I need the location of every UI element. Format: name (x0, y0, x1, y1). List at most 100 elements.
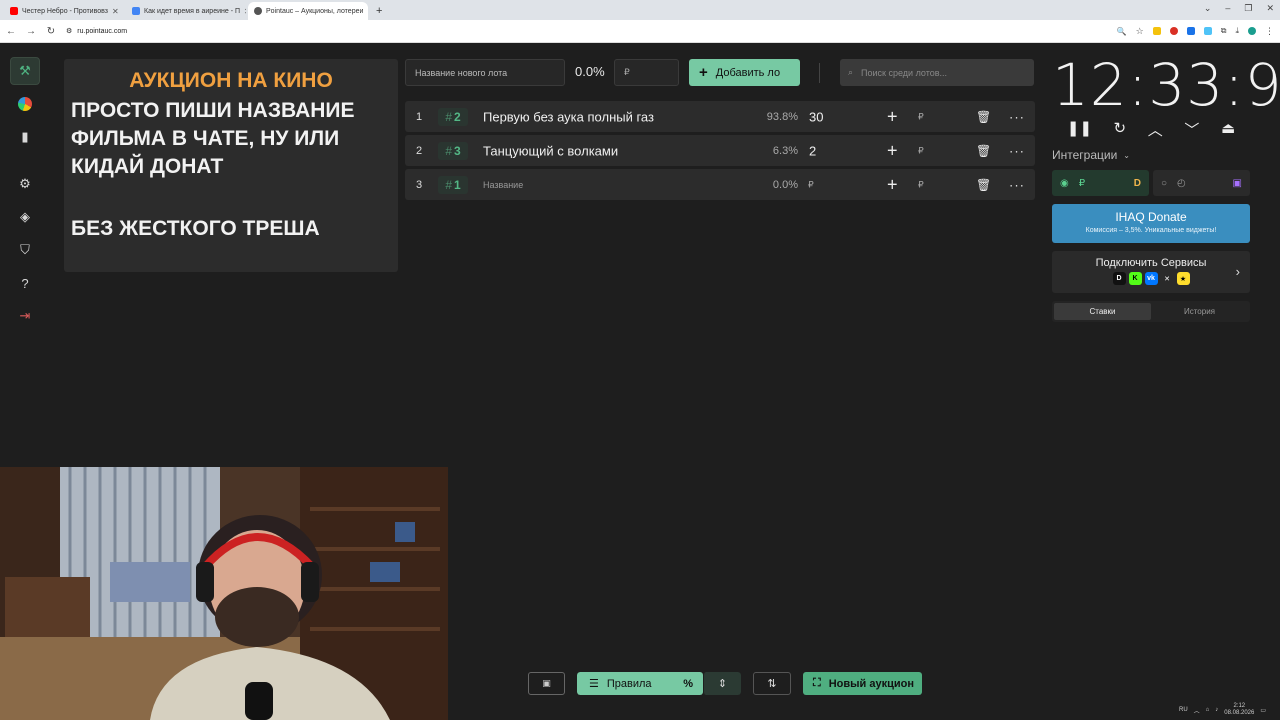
right-panel: 12:33:91 ❚❚ ↻ ︿ ﹀ ⏏ Интеграции ⌄ ◉ ₽ D ○… (1052, 53, 1280, 322)
ihaq-donate-banner[interactable]: IHAQ Donate Комиссия – 3,5%. Уникальные … (1052, 204, 1250, 243)
lot-id-badge[interactable]: #1 (438, 175, 468, 194)
new-lot-amount-input[interactable]: ₽ (614, 59, 679, 86)
connect-services-button[interactable]: Подключить Сервисы D K vk ✕ ★ › (1052, 251, 1250, 293)
new-auction-button[interactable]: ⛶ Новый аукцион (803, 672, 922, 695)
chevron-down-icon: ⌄ (1123, 150, 1130, 160)
address-bar[interactable]: ⚙ ru.pointauc.com (66, 27, 128, 36)
tab-search-icon[interactable]: ⌄ (1204, 3, 1212, 14)
lot-search-input[interactable]: ⌕ Поиск среди лотов... (840, 59, 1034, 86)
add-amount-icon[interactable]: + (887, 140, 898, 161)
trash-icon[interactable]: 🗑 (976, 110, 991, 124)
close-icon[interactable]: ✕ (367, 7, 368, 16)
clock[interactable]: 2:12 08.08.2026 (1224, 703, 1254, 717)
chevron-up-icon[interactable]: ︿ (1148, 119, 1163, 140)
rules-button[interactable]: ☰ Правила % (577, 672, 703, 695)
radio-off-icon[interactable]: ○ (1161, 178, 1167, 189)
add-amount-icon[interactable]: + (887, 106, 898, 127)
lot-row[interactable]: 3 #1 Название 0.0% ₽ + ₽ 🗑 ··· (405, 169, 1035, 200)
lot-name[interactable]: Танцующий с волками (483, 143, 618, 158)
reload-icon[interactable]: ↻ (46, 26, 56, 37)
divider (819, 63, 820, 83)
lot-name-input[interactable]: Название (483, 180, 523, 190)
lot-name[interactable]: Первую без аука полный газ (483, 109, 654, 124)
browser-tab-2[interactable]: Как идет время в аиреине - П ✕ (126, 2, 246, 20)
lot-id-badge[interactable]: #2 (438, 107, 468, 126)
radio-on-icon[interactable]: ◉ (1060, 178, 1069, 189)
tab-history[interactable]: История (1151, 303, 1248, 320)
site-info-icon[interactable]: ⚙ (66, 27, 72, 35)
notice-title: АУКЦИОН НА КИНО (129, 69, 333, 92)
notification-icon[interactable]: ▭ (1260, 707, 1266, 714)
lot-id-badge[interactable]: #3 (438, 141, 468, 160)
donate-title: IHAQ Donate (1115, 210, 1187, 224)
close-icon[interactable]: ✕ (244, 7, 246, 16)
network-icon[interactable]: ⌂ (1206, 707, 1210, 713)
back-icon[interactable]: ← (6, 26, 16, 37)
profile-avatar[interactable] (1248, 27, 1256, 35)
lot-row[interactable]: 2 #3 Танцующий с волками 6.3% 2 + ₽ 🗑 ··… (405, 135, 1035, 166)
minimize-icon[interactable]: – (1225, 3, 1230, 14)
tab-bets[interactable]: Ставки (1054, 303, 1151, 320)
bottom-toolbar: ▣ ☰ Правила % ⇕ ⇅ ⛶ Новый аукцион (528, 672, 922, 695)
volume-icon[interactable]: ♪ (1215, 707, 1218, 713)
extension-icon[interactable] (1186, 27, 1195, 35)
trash-icon[interactable]: 🗑 (976, 178, 991, 192)
sidebar-layers-button[interactable]: ◈ (10, 203, 40, 231)
more-icon[interactable]: ··· (1009, 143, 1025, 158)
add-amount-icon[interactable]: + (887, 174, 898, 195)
lot-amount-input[interactable]: ₽ (808, 179, 814, 190)
maximize-icon[interactable]: ❐ (1244, 3, 1252, 14)
pause-icon[interactable]: ❚❚ (1067, 119, 1092, 140)
percent-icon[interactable]: % (683, 678, 693, 690)
split-button[interactable]: ⇕ (703, 672, 741, 695)
bookmark-star-icon[interactable]: ☆ (1136, 26, 1144, 37)
sidebar-help-button[interactable]: ? (10, 269, 40, 297)
close-window-icon[interactable]: ✕ (1266, 3, 1274, 14)
sidebar-auction-button[interactable]: ⚒ (10, 57, 40, 85)
chevron-up-icon[interactable]: ︿ (1194, 706, 1200, 715)
new-tab-button[interactable]: + (370, 2, 388, 20)
integrations-toggle[interactable]: Интеграции ⌄ (1052, 148, 1250, 162)
zoom-icon[interactable]: 🔍 (1117, 27, 1127, 36)
forward-icon[interactable]: → (26, 26, 36, 37)
new-lot-name-input[interactable]: Название нового лота (405, 59, 565, 86)
twitch-icon: ▣ (1232, 177, 1242, 189)
more-icon[interactable]: ··· (1009, 109, 1025, 124)
double-chevron-up-icon[interactable]: ⏏ (1221, 119, 1235, 140)
lot-amount[interactable]: 30 (809, 109, 823, 124)
add-lot-label: Добавить ло (715, 66, 781, 79)
sort-button[interactable]: ⇅ (753, 672, 791, 695)
browser-tab-title: Как идет время в аиреине - П (144, 7, 241, 15)
save-button[interactable]: ▣ (528, 672, 565, 695)
sidebar-wheel-button[interactable] (10, 90, 40, 118)
new-lot-percent: 0.0% (575, 64, 605, 79)
close-icon[interactable]: ✕ (112, 7, 119, 16)
browser-tab-1[interactable]: Честер Небро - Противовз ✕ (4, 2, 124, 20)
puzzle-icon[interactable]: ⧉ (1221, 26, 1227, 36)
chevron-down-icon[interactable]: ﹀ (1184, 119, 1199, 140)
sidebar-logout-button[interactable]: ⇥ (10, 302, 40, 330)
url-text: ru.pointauc.com (77, 27, 128, 35)
language-indicator[interactable]: RU (1179, 707, 1188, 713)
lot-amount[interactable]: 2 (809, 143, 816, 158)
extensions: 🔍 ☆ ⧉ ⤓ ⋮ (1117, 26, 1274, 37)
integration-group-inactive[interactable]: ○ ◴ ▣ (1153, 170, 1250, 196)
sidebar-stats-button[interactable]: ▮ (10, 123, 40, 151)
youtube-icon (10, 7, 18, 15)
menu-kebab-icon[interactable]: ⋮ (1265, 26, 1274, 37)
trash-icon[interactable]: 🗑 (976, 144, 991, 158)
reset-icon[interactable]: ↻ (1114, 119, 1127, 140)
lot-row[interactable]: 1 #2 Первую без аука полный газ 93.8% 30… (405, 101, 1035, 132)
add-lot-button[interactable]: + Добавить ло (689, 59, 800, 86)
extension-icon[interactable] (1152, 27, 1161, 35)
integration-group-active[interactable]: ◉ ₽ D (1052, 170, 1149, 196)
sidebar-settings-button[interactable]: ⚙ (10, 170, 40, 198)
download-icon[interactable]: ⤓ (1235, 26, 1239, 36)
browser-tab-3[interactable]: Pointauc – Аукционы, лотереи ✕ (248, 2, 368, 20)
input-placeholder: Название нового лота (415, 67, 508, 78)
more-icon[interactable]: ··· (1009, 177, 1025, 192)
extension-icon[interactable] (1169, 27, 1178, 35)
yandex-icon: ★ (1176, 272, 1190, 285)
extension-icon[interactable] (1203, 27, 1212, 35)
sidebar-shield-button[interactable]: ⛉ (10, 236, 40, 264)
